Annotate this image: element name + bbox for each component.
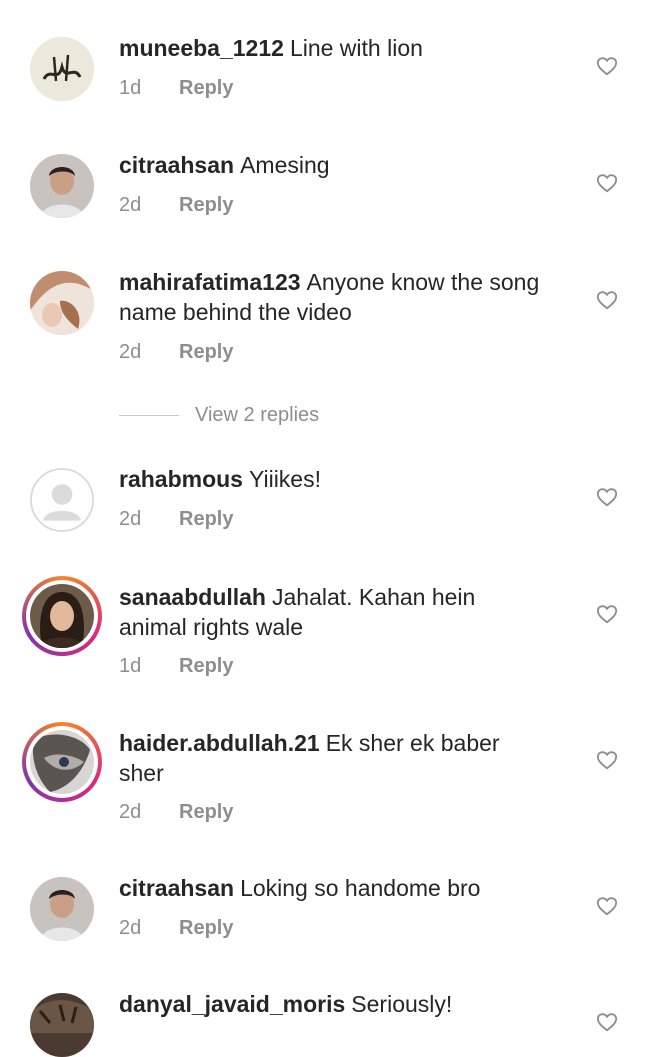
comment-meta: 2d Reply (119, 915, 233, 941)
avatar[interactable] (30, 877, 94, 941)
avatar-image (30, 877, 94, 941)
avatar[interactable] (30, 271, 94, 335)
avatar-story-ring[interactable] (22, 722, 102, 802)
comment-time: 2d (119, 341, 142, 363)
comment-body: Amesing (240, 152, 330, 178)
comment-text: haider.abdullah.21 Ek sher ek baber sher (119, 728, 549, 788)
reply-button[interactable]: Reply (179, 655, 233, 677)
like-heart-icon[interactable] (596, 172, 618, 194)
comment-time: 2d (119, 194, 142, 216)
comment-meta: 2d Reply (119, 506, 233, 532)
avatar-story-ring[interactable] (22, 576, 102, 656)
comment-username[interactable]: danyal_javaid_moris (119, 991, 345, 1017)
comment-text: rahabmous Yiiikes! (119, 464, 549, 494)
comment-meta: 2d Reply (119, 192, 233, 218)
like-heart-icon[interactable] (596, 749, 618, 771)
comment-username[interactable]: sanaabdullah (119, 584, 266, 610)
comment-username[interactable]: mahirafatima123 (119, 269, 301, 295)
comment-time: 2d (119, 801, 142, 823)
comment-meta: 2d Reply (119, 339, 233, 365)
comment-body: Yiiikes! (248, 466, 321, 492)
comment-text: mahirafatima123 Anyone know the song name… (119, 267, 549, 327)
comment-username[interactable]: citraahsan (119, 152, 234, 178)
avatar (30, 584, 94, 648)
comment-time: 2d (119, 917, 142, 939)
comment-text: danyal_javaid_moris Seriously! (119, 989, 549, 1019)
default-avatar-icon (32, 470, 92, 530)
comment-body: Loking so handome bro (240, 875, 481, 901)
comment-body: Seriously! (351, 991, 453, 1017)
avatar-image (30, 584, 94, 648)
reply-button[interactable]: Reply (179, 341, 233, 363)
comment-text: citraahsan Amesing (119, 150, 549, 180)
comment-username[interactable]: haider.abdullah.21 (119, 730, 320, 756)
comment-time: 2d (119, 508, 142, 530)
avatar[interactable] (30, 154, 94, 218)
reply-button[interactable]: Reply (179, 194, 233, 216)
avatar-image (30, 993, 94, 1057)
comment-meta: 2d Reply (119, 799, 233, 825)
story-ring-gap (26, 726, 98, 798)
comment-time: 1d (119, 77, 142, 99)
avatar[interactable] (30, 37, 94, 101)
story-ring-gap (26, 580, 98, 652)
avatar (30, 730, 94, 794)
like-heart-icon[interactable] (596, 486, 618, 508)
comment-body: Line with lion (289, 35, 423, 61)
view-replies-label: View 2 replies (195, 404, 320, 426)
reply-button[interactable]: Reply (179, 508, 233, 530)
comment-text: sanaabdullah Jahalat. Kahan hein animal r… (119, 582, 549, 642)
avatar-image (30, 37, 94, 101)
comment-time: 1d (119, 655, 142, 677)
replies-divider (119, 415, 179, 417)
comment-meta: 1d Reply (119, 75, 233, 101)
like-heart-icon[interactable] (596, 603, 618, 625)
avatar-image (30, 154, 94, 218)
avatar-image (30, 271, 94, 335)
comment-text: muneeba_1212 Line with lion (119, 33, 549, 63)
comment-username[interactable]: rahabmous (119, 466, 243, 492)
avatar[interactable] (30, 993, 94, 1057)
like-heart-icon[interactable] (596, 55, 618, 77)
reply-button[interactable]: Reply (179, 77, 233, 99)
like-heart-icon[interactable] (596, 895, 618, 917)
reply-button[interactable]: Reply (179, 917, 233, 939)
avatar[interactable] (30, 468, 94, 532)
comment-text: citraahsan Loking so handome bro (119, 873, 549, 903)
view-replies-button[interactable]: View 2 replies (119, 403, 319, 427)
avatar-image (30, 730, 94, 794)
like-heart-icon[interactable] (596, 1011, 618, 1033)
like-heart-icon[interactable] (596, 289, 618, 311)
comment-username[interactable]: citraahsan (119, 875, 234, 901)
reply-button[interactable]: Reply (179, 801, 233, 823)
comment-username[interactable]: muneeba_1212 (119, 35, 284, 61)
comment-meta: 1d Reply (119, 653, 233, 679)
